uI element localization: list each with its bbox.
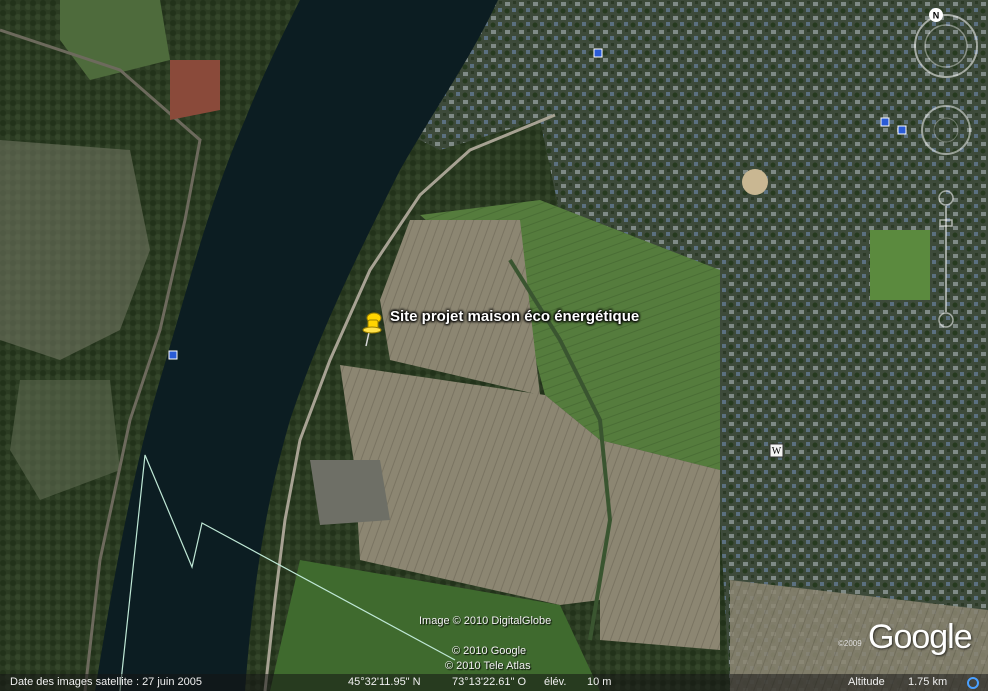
svg-text:W: W (772, 446, 782, 457)
compass-north[interactable]: N (933, 11, 940, 21)
zoom-in-icon (938, 190, 954, 206)
logo-year: ©2009 (838, 639, 862, 648)
west-building (170, 60, 220, 120)
poi-marker[interactable] (168, 350, 178, 360)
elevation-value: 10 m (587, 676, 612, 688)
zoom-out-icon (938, 312, 954, 328)
elevation-label: élév. (544, 676, 567, 688)
ballfield (742, 169, 768, 195)
poi-marker[interactable] (897, 125, 907, 135)
imagery-date: Date des images satellite : 27 juin 2005 (10, 676, 203, 688)
status-bar: Date des images satellite : 27 juin 2005… (0, 674, 988, 691)
google-logo: Google (868, 618, 973, 656)
tele-atlas-credit: © 2010 Tele Atlas (445, 660, 531, 672)
longitude-readout: 73°13'22.61" O (452, 676, 527, 688)
plowed-field-east (600, 440, 720, 650)
streaming-status-icon (967, 677, 979, 689)
latitude-readout: 45°32'11.95" N (348, 676, 421, 688)
poi-marker[interactable] (593, 48, 603, 58)
move-joystick[interactable] (921, 105, 971, 155)
placemark-label[interactable]: Site projet maison éco énergétique (390, 308, 639, 325)
google-credit: © 2010 Google (452, 645, 527, 657)
satellite-imagery[interactable]: W (0, 0, 988, 691)
wikipedia-marker[interactable]: W (769, 443, 784, 458)
industrial-lot (310, 460, 390, 525)
poi-marker[interactable] (880, 117, 890, 127)
navigation-controls[interactable]: N (906, 6, 984, 336)
map-viewport[interactable]: W Site projet maison éco énergétique N I… (0, 0, 988, 691)
look-joystick[interactable]: N (914, 8, 978, 78)
altitude-value: 1.75 km (908, 676, 948, 688)
imagery-credit: Image © 2010 DigitalGlobe (419, 615, 552, 627)
altitude-label: Altitude (848, 676, 885, 688)
zoom-slider[interactable] (938, 190, 954, 328)
